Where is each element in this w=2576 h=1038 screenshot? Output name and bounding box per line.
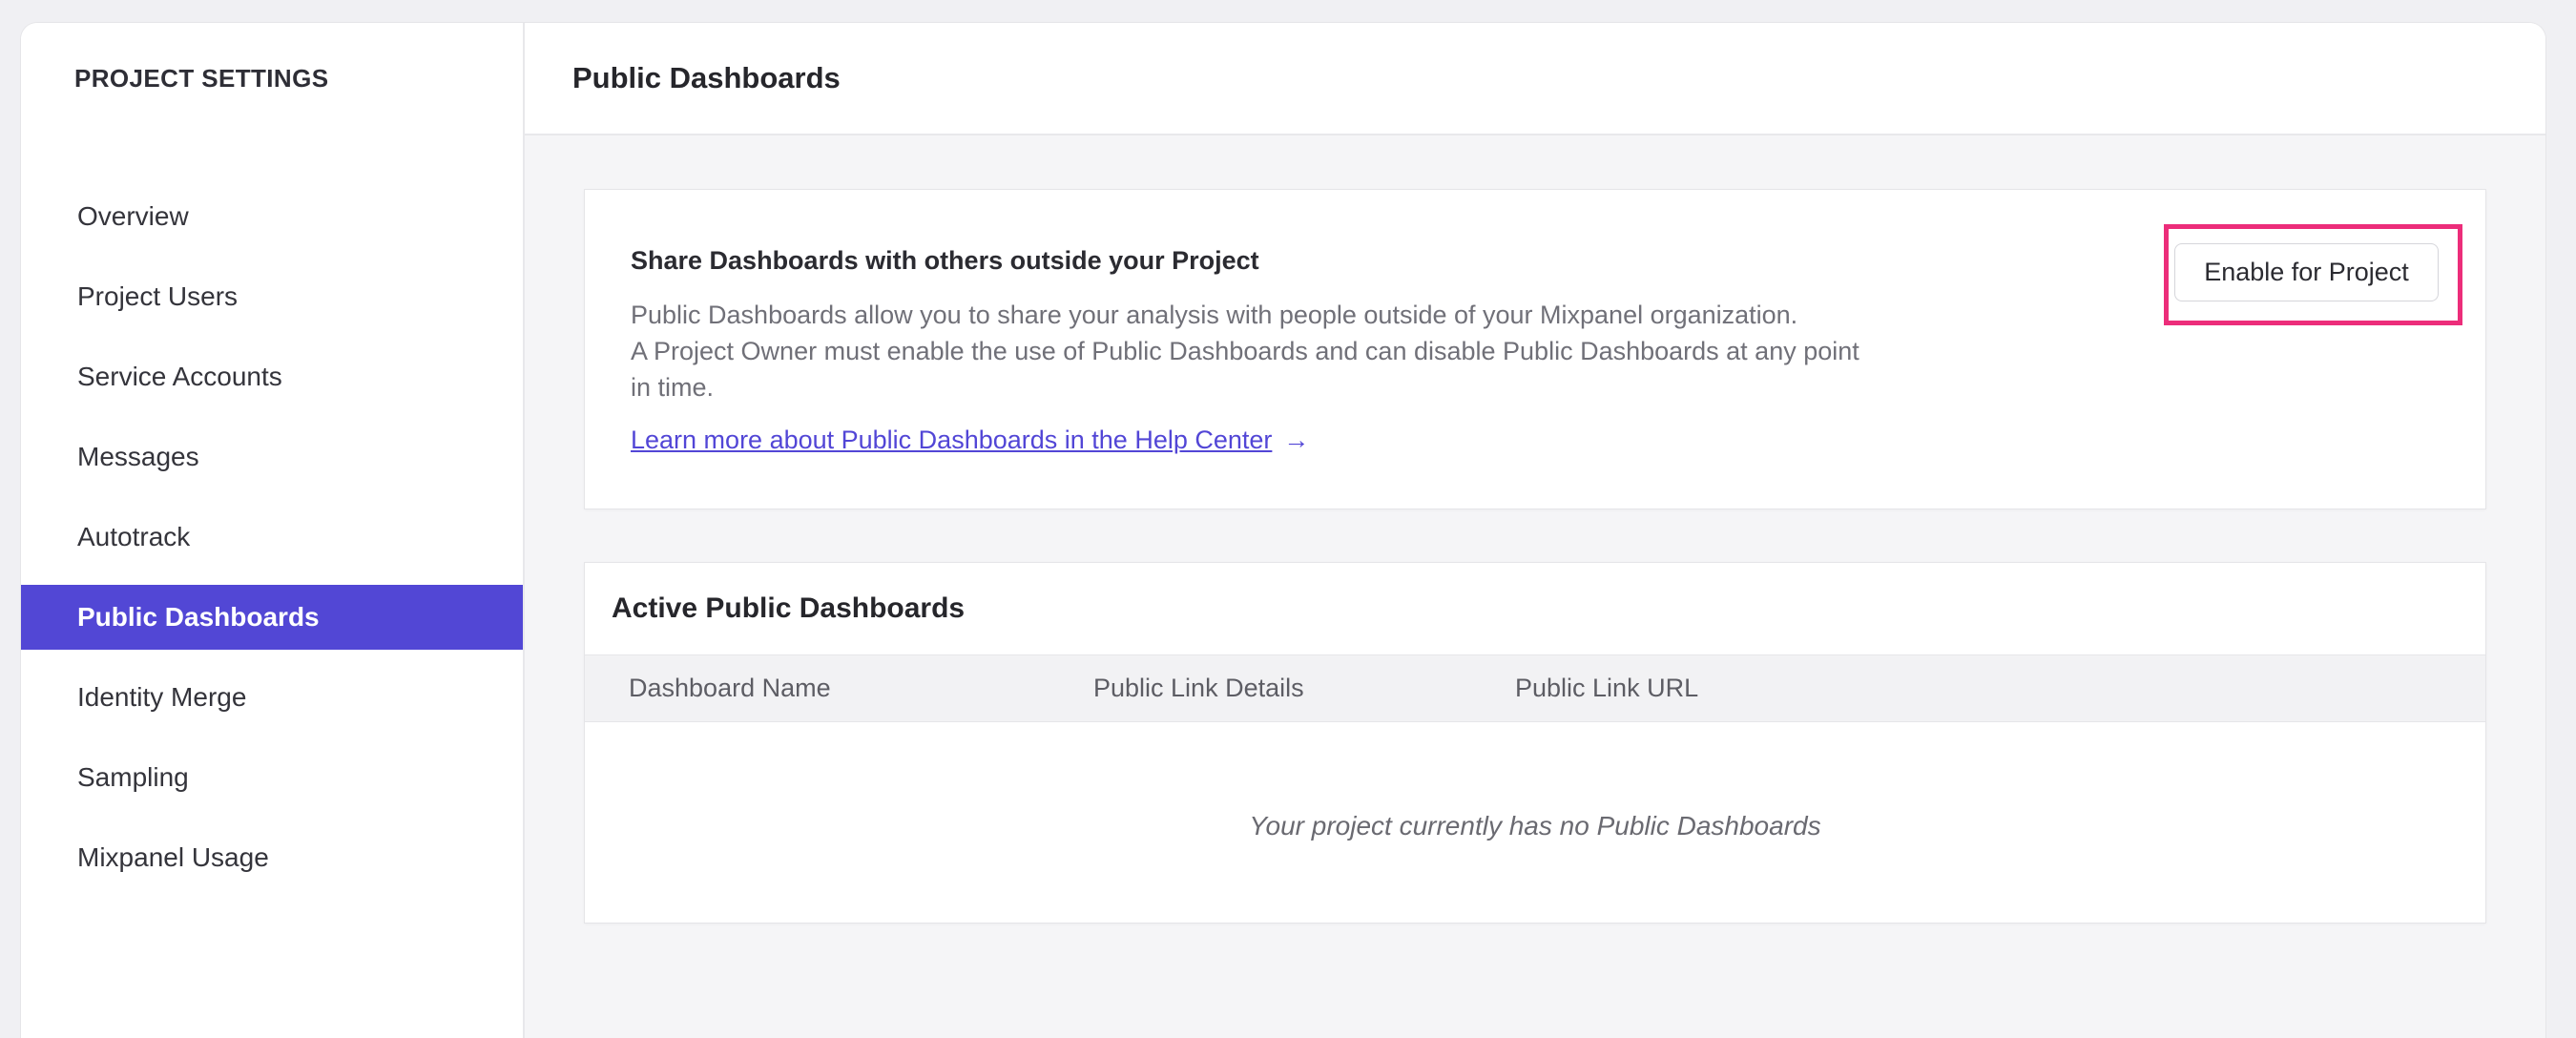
sidebar-item-overview[interactable]: Overview [21,184,523,249]
sidebar-item-autotrack[interactable]: Autotrack [21,505,523,570]
page-header: Public Dashboards [525,23,2545,135]
dashboards-table-header: Dashboard Name Public Link Details Publi… [585,654,2485,722]
help-center-link-row: Learn more about Public Dashboards in th… [631,426,2440,455]
empty-state-message: Your project currently has no Public Das… [1249,811,1821,841]
sidebar-item-mixpanel-usage[interactable]: Mixpanel Usage [21,825,523,890]
sidebar-title: PROJECT SETTINGS [74,64,329,93]
description-line-1: Public Dashboards allow you to share you… [631,301,1798,329]
sidebar-item-project-users[interactable]: Project Users [21,264,523,329]
sidebar-nav: Overview Project Users Service Accounts … [21,184,523,890]
column-public-link-details: Public Link Details [1093,674,1304,702]
active-dashboards-header: Active Public Dashboards [585,563,2485,654]
share-card-description: Public Dashboards allow you to share you… [631,297,2440,405]
sidebar-item-public-dashboards[interactable]: Public Dashboards [21,585,523,650]
main-content: Share Dashboards with others outside you… [525,135,2545,1038]
page-title: Public Dashboards [572,61,841,94]
active-public-dashboards-card: Active Public Dashboards Dashboard Name … [584,562,2486,924]
active-dashboards-title: Active Public Dashboards [612,592,966,624]
column-public-link-url: Public Link URL [1515,674,1699,702]
arrow-right-icon: → [1283,426,1310,454]
share-dashboards-content: Share Dashboards with others outside you… [585,190,2485,455]
column-dashboard-name: Dashboard Name [629,674,831,702]
share-card-heading: Share Dashboards with others outside you… [631,246,1259,275]
project-settings-sidebar: PROJECT SETTINGS Overview Project Users … [21,23,525,1038]
sidebar-item-service-accounts[interactable]: Service Accounts [21,344,523,409]
help-center-link[interactable]: Learn more about Public Dashboards in th… [631,426,1272,455]
enable-for-project-button[interactable]: Enable for Project [2174,243,2439,301]
sidebar-item-identity-merge[interactable]: Identity Merge [21,665,523,730]
main-column: Public Dashboards Share Dashboards with … [525,23,2545,1038]
description-line-2: A Project Owner must enable the use of P… [631,337,1859,365]
sidebar-item-sampling[interactable]: Sampling [21,745,523,810]
share-dashboards-card: Share Dashboards with others outside you… [584,189,2486,509]
sidebar-item-messages[interactable]: Messages [21,425,523,489]
description-line-3: in time. [631,373,715,402]
settings-panel: PROJECT SETTINGS Overview Project Users … [20,22,2546,1038]
